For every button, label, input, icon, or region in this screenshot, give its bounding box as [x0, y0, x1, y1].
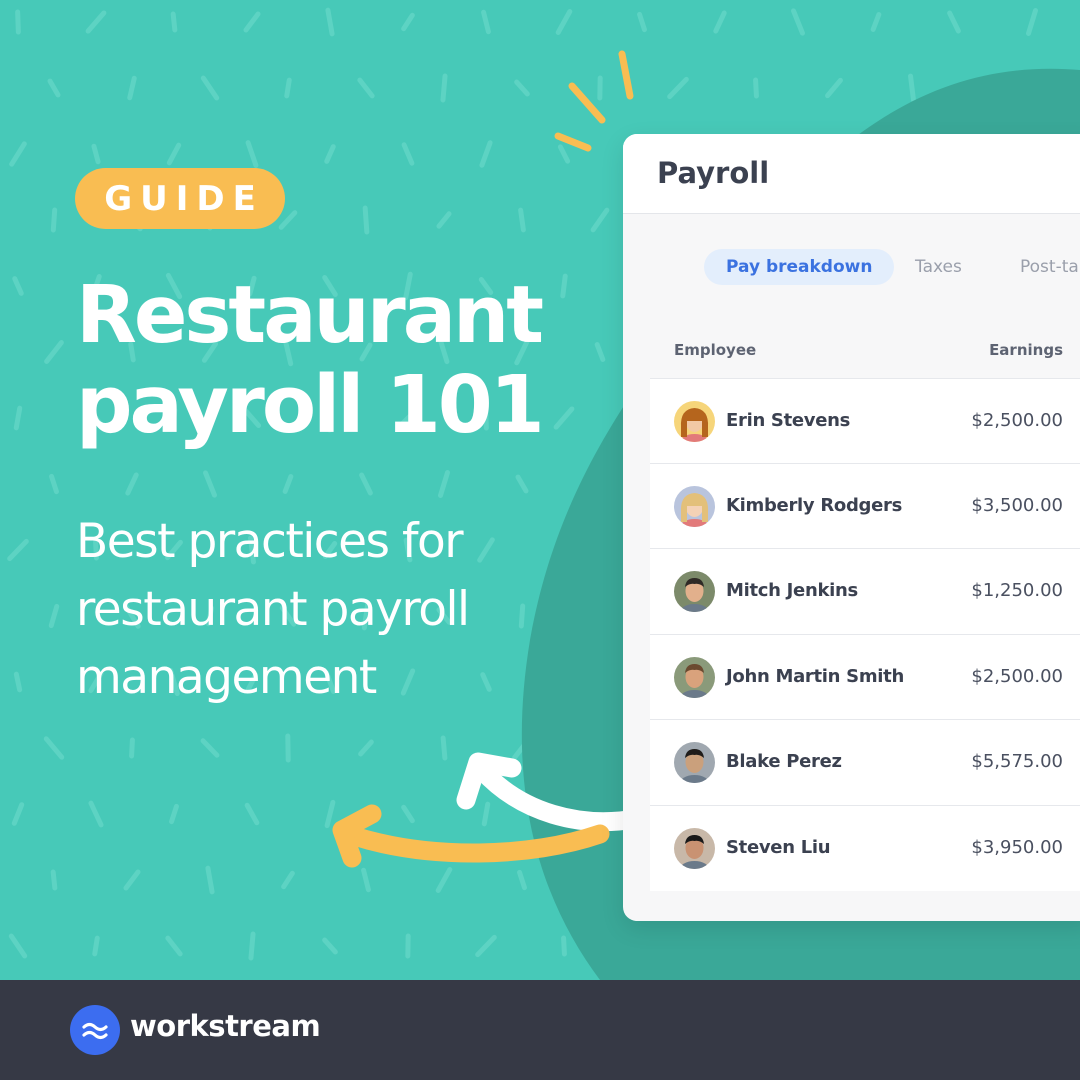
headline-line-1: Restaurant	[76, 269, 544, 361]
card-title: Payroll	[657, 156, 770, 190]
employee-name: John Martin Smith	[726, 665, 904, 687]
brand-name[interactable]: workstream	[130, 1009, 321, 1043]
column-header-earnings: Earnings	[989, 341, 1063, 359]
employee-earnings: $1,250.00	[971, 580, 1063, 601]
headline-line-2: payroll 101	[76, 359, 545, 451]
tab-pay-breakdown[interactable]: Pay breakdown	[704, 249, 895, 285]
employee-earnings: $5,575.00	[971, 751, 1063, 772]
subheadline-line-1: Best practices for	[76, 514, 464, 569]
guide-badge: GUIDE	[75, 168, 285, 229]
table-row[interactable]: Blake Perez $5,575.00	[650, 720, 1080, 806]
headline: Restaurant payroll 101	[76, 270, 596, 450]
employee-name: Blake Perez	[726, 751, 842, 772]
tab-taxes[interactable]: Taxes	[915, 249, 962, 285]
employee-earnings: $2,500.00	[971, 665, 1063, 687]
employee-name: Mitch Jenkins	[726, 580, 858, 601]
column-header-employee: Employee	[674, 341, 757, 359]
wave-logo-icon[interactable]	[70, 1005, 120, 1055]
table-row[interactable]: Steven Liu $3,950.00	[650, 806, 1080, 892]
table-row[interactable]: Mitch Jenkins $1,250.00	[650, 549, 1080, 635]
man-avatar-icon	[674, 827, 715, 869]
employee-name: Kimberly Rodgers	[726, 494, 903, 516]
footer-bar: workstream	[0, 980, 1080, 1080]
card-header: Payroll	[623, 134, 1080, 214]
employee-name: Erin Stevens	[726, 410, 851, 431]
employee-earnings: $3,950.00	[971, 836, 1063, 858]
employee-name: Steven Liu	[726, 836, 831, 858]
employee-earnings: $2,500.00	[971, 410, 1063, 431]
woman-avatar-icon	[674, 485, 715, 527]
man-avatar-icon	[674, 742, 715, 783]
woman-avatar-icon	[674, 401, 715, 442]
employee-earnings: $3,500.00	[971, 494, 1063, 516]
subheadline-line-3: management	[76, 650, 377, 705]
promo-canvas: GUIDE Restaurant payroll 101 Best practi…	[0, 0, 1080, 1080]
man-avatar-icon	[674, 656, 715, 698]
payroll-card: Payroll Pay breakdown Taxes Post-ta Empl…	[623, 134, 1080, 921]
man-avatar-icon	[674, 571, 715, 612]
tab-bar: Pay breakdown Taxes Post-ta	[623, 249, 1080, 287]
subheadline-line-2: restaurant payroll	[76, 582, 470, 637]
subheadline: Best practices for restaurant payroll ma…	[76, 508, 596, 712]
table-row[interactable]: Kimberly Rodgers $3,500.00	[650, 464, 1080, 549]
table-row[interactable]: Erin Stevens $2,500.00	[650, 378, 1080, 464]
table-row[interactable]: John Martin Smith $2,500.00	[650, 635, 1080, 720]
tab-post-tax[interactable]: Post-ta	[1020, 249, 1079, 285]
employee-table: Erin Stevens $2,500.00 Kimberly Rodgers …	[650, 378, 1080, 891]
